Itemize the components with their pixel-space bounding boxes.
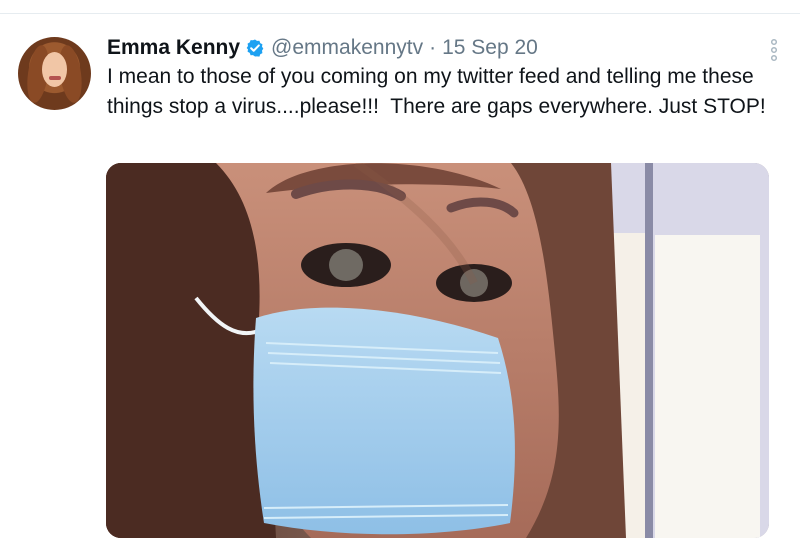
avatar-face: [42, 52, 67, 87]
tweet-timestamp[interactable]: 15 Sep 20: [442, 34, 538, 62]
display-name[interactable]: Emma Kenny: [107, 34, 240, 62]
vertical-dots-icon[interactable]: [768, 38, 780, 62]
verified-badge-icon: [246, 39, 264, 57]
avatar-smile: [49, 76, 61, 80]
top-divider: [0, 13, 800, 14]
author-avatar[interactable]: [18, 37, 91, 110]
tweet-photo[interactable]: [106, 163, 769, 538]
dot-separator: ·: [429, 36, 437, 59]
tweet-text: I mean to those of you coming on my twit…: [107, 65, 766, 118]
tweet-header: Emma Kenny @emmakennytv · 15 Sep 20: [107, 34, 538, 62]
author-handle[interactable]: @emmakennytv: [271, 34, 423, 62]
selfie-photo: [106, 163, 769, 538]
